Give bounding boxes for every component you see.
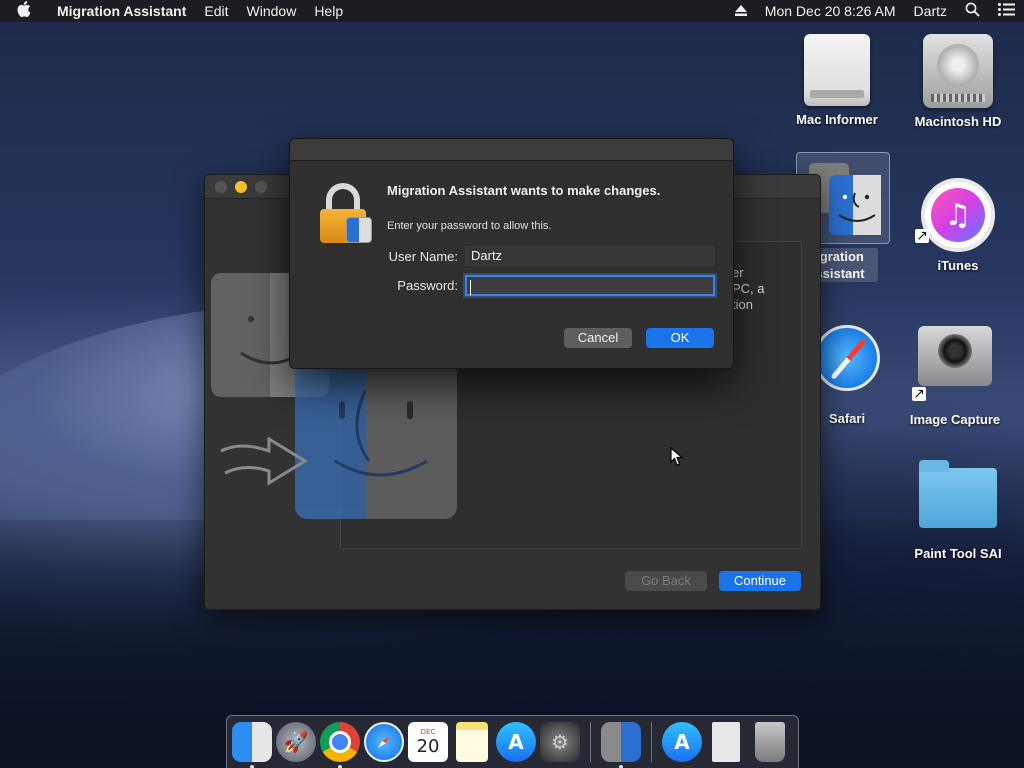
partial-text-line: tion	[732, 297, 753, 312]
dock-system-preferences-icon[interactable]: ⚙	[540, 722, 580, 762]
desktop-icon-label: Paint Tool SAI	[914, 546, 1002, 561]
ok-button[interactable]: OK	[646, 328, 714, 348]
dock-app-store-downloads-icon[interactable]: A	[662, 722, 702, 762]
alias-arrow-icon: ↗	[912, 385, 926, 401]
desktop-icon-itunes[interactable]: ♫ ↗ iTunes	[903, 178, 1013, 273]
zoom-window-button[interactable]	[255, 180, 267, 193]
dialog-subtitle: Enter your password to allow this.	[387, 220, 552, 232]
menu-window[interactable]: Window	[238, 3, 306, 19]
notification-center-icon[interactable]	[989, 3, 1024, 19]
password-label: Password:	[397, 278, 458, 293]
dock-finder-icon[interactable]	[232, 722, 272, 768]
close-window-button[interactable]	[215, 180, 227, 193]
apple-menu-icon[interactable]	[0, 0, 48, 22]
dock-launchpad-icon[interactable]: 🚀	[276, 722, 316, 762]
text-caret	[470, 280, 471, 295]
menu-clock[interactable]: Mon Dec 20 8:26 AM	[756, 3, 905, 19]
go-back-button[interactable]: Go Back	[625, 571, 707, 591]
spotlight-search-icon[interactable]	[956, 2, 989, 20]
menu-bar: Migration Assistant Edit Window Help Mon…	[0, 0, 1024, 22]
dialog-title: Migration Assistant wants to make change…	[387, 183, 661, 198]
desktop-icon-label: Mac Informer	[796, 112, 878, 127]
partial-text-line: PC, a	[732, 281, 765, 296]
calendar-day: 20	[416, 735, 440, 757]
minimize-window-button[interactable]	[235, 180, 247, 193]
dock-calendar-icon[interactable]: DEC 20	[408, 722, 448, 762]
dock-app-store-icon[interactable]: A	[496, 722, 536, 762]
continue-button[interactable]: Continue	[719, 571, 801, 591]
itunes-icon: ♫	[921, 178, 995, 252]
authentication-dialog: Migration Assistant wants to make change…	[289, 138, 734, 369]
menu-edit[interactable]: Edit	[195, 3, 237, 19]
desktop-icon-paint-tool-sai[interactable]: Paint Tool SAI	[903, 458, 1013, 561]
lock-icon	[320, 183, 372, 245]
dock-document-icon[interactable]	[712, 722, 740, 762]
desktop-icon-macintosh-hd[interactable]: Macintosh HD	[903, 34, 1013, 129]
eject-icon[interactable]	[726, 3, 756, 19]
dock: 🚀 DEC 20 A ⚙ A	[226, 715, 799, 768]
migration-assistant-badge-icon	[346, 217, 372, 243]
menu-help[interactable]: Help	[305, 3, 352, 19]
drive-icon	[804, 34, 870, 106]
dock-separator	[651, 722, 652, 762]
safari-icon	[814, 325, 880, 391]
folder-icon	[919, 460, 997, 528]
new-mac-finder-icon	[295, 361, 457, 519]
hard-drive-icon	[923, 34, 993, 108]
dock-trash-icon[interactable]	[755, 722, 785, 762]
image-capture-icon	[918, 326, 992, 386]
username-label: User Name:	[388, 249, 458, 264]
dock-notes-icon[interactable]	[456, 722, 488, 762]
partial-intro-text: er PC, a tion	[732, 265, 765, 313]
password-field[interactable]	[465, 275, 715, 296]
transfer-arrow-icon	[220, 437, 308, 486]
desktop-icon-label: iTunes	[937, 258, 979, 273]
mouse-pointer-icon	[670, 447, 684, 466]
desktop-icon-label: Image Capture	[909, 412, 1001, 427]
cancel-button[interactable]: Cancel	[564, 328, 632, 348]
partial-text-line: er	[732, 265, 744, 280]
menu-app-name[interactable]: Migration Assistant	[48, 3, 195, 19]
dock-separator	[590, 722, 591, 762]
menu-user[interactable]: Dartz	[905, 3, 956, 19]
dialog-titlebar	[290, 139, 733, 161]
dock-migration-assistant-icon[interactable]	[601, 722, 641, 768]
alias-arrow-icon: ↗	[915, 227, 929, 243]
desktop-icon-image-capture[interactable]: ↗ Image Capture	[900, 318, 1010, 427]
calendar-month: DEC	[420, 727, 436, 736]
dock-safari-icon[interactable]	[364, 722, 404, 762]
desktop-icon-mac-informer[interactable]: Mac Informer	[782, 34, 892, 127]
dock-chrome-icon[interactable]	[320, 722, 360, 768]
desktop-icon-label: Macintosh HD	[914, 114, 1002, 129]
username-field[interactable]: Dartz	[465, 246, 715, 266]
